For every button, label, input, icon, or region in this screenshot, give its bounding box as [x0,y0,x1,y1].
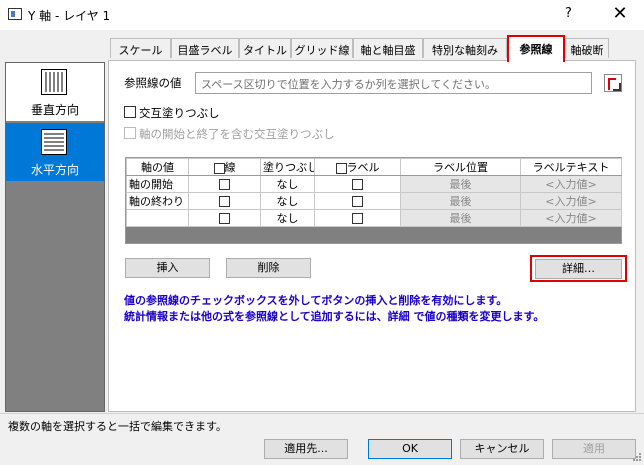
label-position-cell[interactable]: 最後 [400,192,521,210]
label-text-cell[interactable]: <入力値> [520,209,622,227]
alternate-fill-inclusive-label: 軸の開始と終了を含む交互塗りつぶし [139,127,335,141]
apply-to-button[interactable]: 適用先... [264,439,348,459]
nav-horizontal[interactable]: 水平方向 [6,123,104,181]
tab-special-ticks[interactable]: 特別な軸刻み [423,38,507,58]
note-line-1: 値の参照線のチェックボックスを外してボタンの挿入と削除を有効にします。 [124,294,508,307]
label-text-cell[interactable]: <入力値> [520,175,622,193]
title-bar: Y 軸 - レイヤ 1 ? ✕ [0,0,644,30]
tab-reference-lines[interactable]: 参照線 [507,35,565,62]
col-label-position: ラベル位置 [400,158,521,176]
insert-button[interactable]: 挿入 [125,258,210,278]
col-fill: 塗りつぶし [260,158,315,176]
tab-scale[interactable]: スケール [110,38,171,58]
horizontal-axis-icon [41,129,67,155]
label-checkbox[interactable] [352,213,363,224]
row-name: 軸の開始 [126,175,189,193]
alternate-fill-checkbox[interactable] [124,106,136,118]
label-position-cell[interactable]: 最後 [400,175,521,193]
refline-value-input[interactable]: スペース区切りで位置を入力するか列を選択してください。 [195,72,592,94]
row-name: 軸の終わり [126,192,189,210]
vertical-axis-icon [41,69,67,95]
cancel-button[interactable]: キャンセル [460,439,544,459]
tab-tick-labels[interactable]: 目盛ラベル [171,38,239,58]
col-label-text: ラベルテキスト [520,158,622,176]
delete-button[interactable]: 削除 [226,258,311,278]
table-row: なし 最後 <入力値> [126,209,622,227]
fill-cell[interactable]: なし [260,192,315,210]
close-button[interactable]: ✕ [602,2,638,26]
nav-vertical[interactable]: 垂直方向 [6,63,104,121]
line-checkbox[interactable] [219,196,230,207]
line-checkbox[interactable] [219,179,230,190]
tab-title[interactable]: タイトル [239,38,291,58]
tab-axis-ticks[interactable]: 軸と軸目盛 [353,38,423,58]
column-picker-icon[interactable] [604,74,622,92]
separator [0,413,644,414]
nav-horizontal-label: 水平方向 [30,163,79,177]
label-text-cell[interactable]: <入力値> [520,192,622,210]
window-icon [8,8,22,20]
row-name [126,209,189,227]
status-text: 複数の軸を選択すると一括で編集できます。 [8,420,227,433]
note-line-2: 統計情報または他の式を参照線として追加するには、詳細 で値の種類を変更します。 [124,310,545,323]
ok-button[interactable]: OK [368,439,452,459]
table-header-row: 軸の値 線 塗りつぶし ラベル ラベル位置 ラベルテキスト [126,158,622,176]
refline-value-label: 参照線の値 [124,76,182,90]
nav-vertical-label: 垂直方向 [30,103,79,117]
tab-axis-break[interactable]: 軸破断 [565,38,609,58]
tab-grid-lines[interactable]: グリッド線 [291,38,353,58]
help-button[interactable]: ? [565,6,572,21]
details-button[interactable]: 詳細… [535,259,622,279]
col-line[interactable]: 線 [188,158,261,176]
col-axis-value: 軸の値 [126,158,189,176]
resize-grip-icon[interactable] [632,452,642,462]
label-checkbox[interactable] [352,179,363,190]
window-title: Y 軸 - レイヤ 1 [28,9,111,23]
fill-cell[interactable]: なし [260,175,315,193]
axis-direction-panel: 垂直方向 水平方向 [5,62,105,412]
fill-cell[interactable]: なし [260,209,315,227]
col-line-checkbox[interactable] [213,162,225,174]
alternate-fill-label: 交互塗りつぶし [139,106,220,120]
label-checkbox[interactable] [352,196,363,207]
table-row: 軸の終わり なし 最後 <入力値> [126,192,622,210]
refline-table: 軸の値 線 塗りつぶし ラベル ラベル位置 ラベルテキスト 軸の開始 なし 最後… [125,157,622,244]
line-checkbox[interactable] [219,213,230,224]
alternate-fill-inclusive-checkbox[interactable] [124,127,136,139]
apply-button[interactable]: 適用 [552,439,636,459]
label-position-cell[interactable]: 最後 [400,209,521,227]
col-label[interactable]: ラベル [314,158,401,176]
col-label-checkbox[interactable] [335,162,347,174]
table-row: 軸の開始 なし 最後 <入力値> [126,175,622,193]
